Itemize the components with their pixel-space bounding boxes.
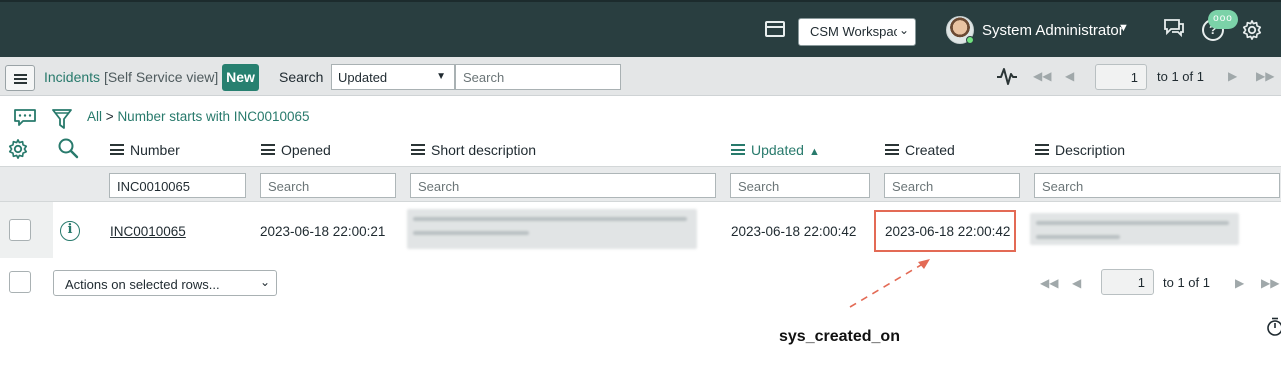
column-menu-icon[interactable]	[110, 144, 124, 155]
first-page-icon[interactable]: ◀◀	[1033, 69, 1051, 83]
column-header-number[interactable]: Number	[110, 142, 180, 158]
last-page-icon[interactable]: ▶▶	[1261, 276, 1279, 290]
workspace-select[interactable]: CSM Workspace ⌄	[798, 18, 916, 46]
annotation-highlight-box	[874, 210, 1016, 252]
list-title: Incidents [Self Service view]	[44, 69, 218, 85]
opened-search-input[interactable]: Search	[260, 173, 396, 198]
list-title-label[interactable]: Incidents	[44, 69, 100, 85]
breadcrumb-all[interactable]: All	[87, 109, 102, 124]
column-menu-icon[interactable]	[885, 144, 899, 155]
list-view-label: [Self Service view]	[103, 69, 219, 85]
workspace-window-icon[interactable]	[765, 21, 785, 37]
new-button[interactable]: New	[222, 64, 259, 91]
page-input[interactable]: 1	[1101, 269, 1154, 295]
row-checkbox[interactable]	[9, 219, 31, 241]
opened-cell: 2023-06-18 22:00:21	[260, 224, 386, 239]
annotation-arrow	[849, 259, 930, 308]
column-menu-icon[interactable]	[731, 144, 745, 155]
first-page-icon[interactable]: ◀◀	[1040, 276, 1058, 290]
list-settings-gear-icon[interactable]	[7, 138, 29, 160]
search-field-select[interactable]: Updated ▼	[331, 64, 455, 90]
column-label: Opened	[281, 142, 331, 158]
last-page-icon[interactable]: ▶▶	[1256, 69, 1274, 83]
actions-select-value: Actions on selected rows...	[65, 277, 220, 292]
list-header-bar: Incidents [Self Service view] New Search…	[0, 57, 1281, 96]
breadcrumb-condition[interactable]: Number starts with INC0010065	[117, 109, 309, 124]
breadcrumb: All > Number starts with INC0010065	[87, 109, 310, 124]
search-field-value: Updated	[338, 70, 388, 85]
column-label: Updated	[751, 142, 804, 158]
breadcrumb-separator: >	[105, 109, 114, 124]
column-menu-icon[interactable]	[261, 144, 275, 155]
chevron-down-icon: ⌄	[896, 23, 909, 37]
column-label: Number	[130, 142, 180, 158]
column-menu-icon[interactable]	[1035, 144, 1049, 155]
column-header-description[interactable]: Description	[1035, 142, 1125, 158]
next-page-icon[interactable]: ▶	[1228, 69, 1237, 83]
notification-badge[interactable]: ooo	[1208, 10, 1238, 29]
caret-down-icon[interactable]: ▼	[1118, 22, 1129, 34]
description-cell-redacted	[1030, 213, 1239, 245]
chevron-down-icon: ⌄	[259, 275, 270, 289]
activity-stream-icon[interactable]	[996, 65, 1018, 87]
workspace-select-value: CSM Workspace	[810, 24, 908, 39]
top-navigation: CSM Workspace ⌄ System Administrator ▼ ?…	[0, 0, 1281, 57]
actions-on-selected-rows-select[interactable]: Actions on selected rows... ⌄	[53, 270, 277, 296]
presence-indicator	[966, 36, 974, 44]
user-menu-name[interactable]: System Administrator	[982, 22, 1124, 39]
short-description-search-input[interactable]: Search	[410, 173, 716, 198]
search-input[interactable]: Search	[455, 64, 621, 90]
page-count: to 1 of 1	[1163, 275, 1210, 290]
column-label: Description	[1055, 142, 1126, 158]
short-description-cell-redacted	[407, 209, 697, 249]
page-count: to 1 of 1	[1157, 69, 1204, 84]
previous-page-icon[interactable]: ◀	[1072, 276, 1081, 290]
number-search-input[interactable]: INC0010065	[109, 173, 246, 198]
column-search-row: INC0010065 Search Search Search Search S…	[0, 166, 1281, 202]
column-label: Created	[905, 142, 955, 158]
column-header-opened[interactable]: Opened	[261, 142, 331, 158]
chat-icon[interactable]	[1163, 18, 1185, 38]
description-search-input[interactable]: Search	[1034, 173, 1280, 198]
info-icon[interactable]: i	[60, 221, 80, 241]
number-cell[interactable]: INC0010065	[110, 224, 186, 239]
column-header-updated[interactable]: Updated ▲	[731, 142, 820, 158]
next-page-icon[interactable]: ▶	[1235, 276, 1244, 290]
caret-down-icon: ▼	[436, 71, 446, 82]
search-icon[interactable]	[57, 137, 79, 159]
sort-ascending-icon: ▲	[808, 146, 820, 158]
updated-cell: 2023-06-18 22:00:42	[731, 224, 857, 239]
column-header-created[interactable]: Created	[885, 142, 955, 158]
updated-search-input[interactable]: Search	[730, 173, 870, 198]
created-search-input[interactable]: Search	[884, 173, 1020, 198]
select-all-checkbox[interactable]	[9, 271, 31, 293]
gear-icon[interactable]	[1241, 19, 1263, 41]
annotation-label: sys_created_on	[779, 328, 900, 345]
comment-icon[interactable]	[14, 109, 36, 127]
search-label: Search	[279, 69, 324, 85]
previous-page-icon[interactable]: ◀	[1065, 69, 1074, 83]
list-menu-button[interactable]	[5, 65, 35, 91]
column-menu-icon[interactable]	[411, 144, 425, 155]
timer-icon[interactable]	[1266, 317, 1281, 337]
column-header-short-description[interactable]: Short description	[411, 142, 536, 158]
page-input[interactable]: 1	[1095, 64, 1147, 90]
filter-icon[interactable]	[52, 108, 72, 130]
column-label: Short description	[431, 142, 537, 158]
